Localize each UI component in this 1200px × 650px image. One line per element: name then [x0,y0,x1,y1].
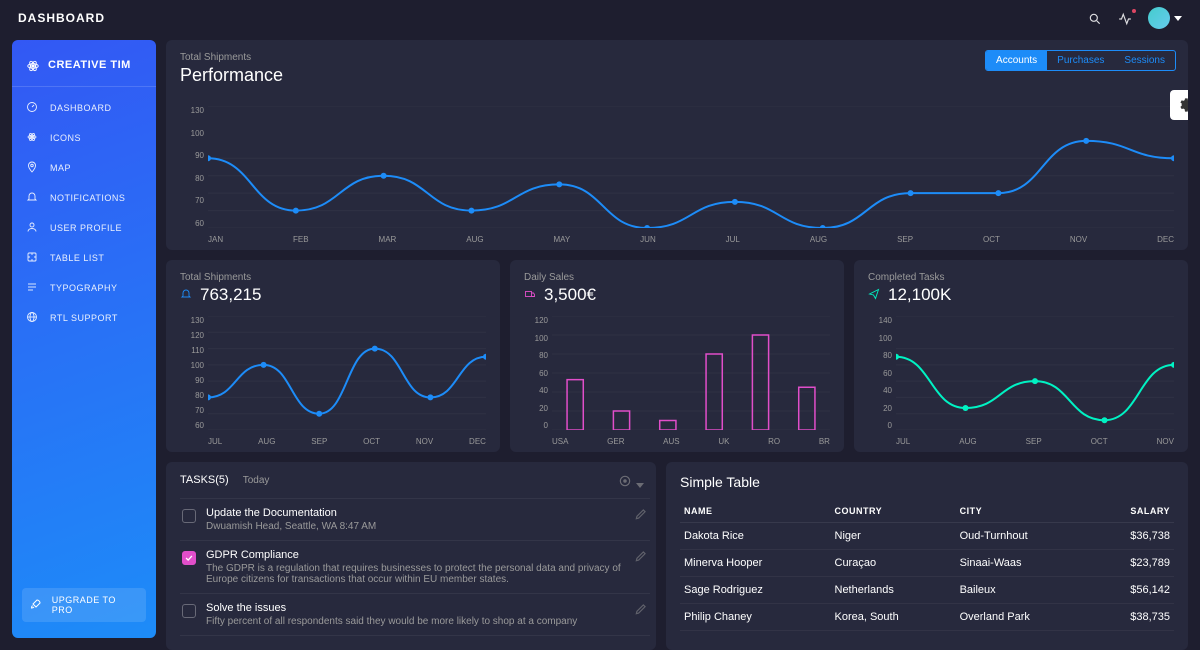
performance-toggle-group: AccountsPurchasesSessions [985,50,1176,71]
edit-icon[interactable] [634,602,648,627]
edit-icon[interactable] [634,507,648,532]
task-row: Solve the issues Fifty percent of all res… [180,594,650,636]
table-header: COUNTRY [831,500,956,523]
sidebar-item-rtl-support[interactable]: RTL SUPPORT [12,303,156,333]
simple-table: NAMECOUNTRYCITYSALARY Dakota RiceNigerOu… [680,500,1174,631]
sidebar-item-label: RTL SUPPORT [50,313,118,323]
sidebar-item-table-list[interactable]: TABLE LIST [12,243,156,273]
table-header: NAME [680,500,831,523]
sidebar-brand[interactable]: CREATIVE TIM [12,50,156,87]
task-checkbox[interactable] [182,604,196,618]
task-sub: Dwuamish Head, Seattle, WA 8:47 AM [206,521,624,532]
sidebar-item-label: ICONS [50,133,81,143]
task-checkbox[interactable] [182,509,196,523]
align-icon [26,281,40,295]
avatar-menu[interactable] [1148,7,1182,29]
table-title: Simple Table [680,474,1174,490]
sidebar-item-icons[interactable]: ICONS [12,123,156,153]
tasks-card: TASKS(5) Today Update the Documentation D… [166,462,656,650]
puzzle-icon [26,251,40,265]
send-icon [868,288,882,302]
toggle-sessions[interactable]: Sessions [1114,51,1175,70]
simple-table-card: Simple Table NAMECOUNTRYCITYSALARY Dakot… [666,462,1188,650]
stat-subtitle: Daily Sales [524,272,830,283]
page-title: DASHBOARD [18,11,105,25]
upgrade-label: UPGRADE TO PRO [52,595,138,615]
delivery-icon [524,288,538,302]
upgrade-button[interactable]: UPGRADE TO PRO [22,588,146,622]
bell-icon [26,191,40,205]
tasks-subheader: Today [243,475,270,486]
atom-icon [26,131,40,145]
performance-card: Total Shipments Performance AccountsPurc… [166,40,1188,250]
settings-fab[interactable] [1170,90,1188,120]
sidebar: CREATIVE TIM DASHBOARD ICONS MAP NOTIFICATI… [12,40,156,638]
activity-icon[interactable] [1118,11,1132,25]
task-checkbox[interactable] [182,551,196,565]
avatar [1148,7,1170,29]
task-sub: Fifty percent of all respondents said th… [206,616,624,627]
sidebar-item-label: NOTIFICATIONS [50,193,125,203]
toggle-accounts[interactable]: Accounts [986,51,1047,70]
task-sub: The GDPR is a regulation that requires b… [206,563,624,585]
bell-icon [180,288,194,302]
task-row: GDPR Compliance The GDPR is a regulation … [180,541,650,594]
sidebar-item-label: TABLE LIST [50,253,104,263]
tasks-header: TASKS(5) [180,474,229,486]
gauge-icon [26,101,40,115]
user-icon [26,221,40,235]
sidebar-item-label: USER PROFILE [50,223,122,233]
sidebar-item-user-profile[interactable]: USER PROFILE [12,213,156,243]
topbar: DASHBOARD [0,0,1200,36]
sidebar-item-label: DASHBOARD [50,103,112,113]
stat-value: 763,215 [180,285,486,305]
task-title: Update the Documentation [206,507,624,519]
edit-icon[interactable] [634,549,648,585]
sidebar-brand-label: CREATIVE TIM [48,59,131,71]
stat-card-0: Total Shipments 763,215 1301201101009080… [166,260,500,452]
atom-icon [26,58,40,72]
sidebar-item-typography[interactable]: TYPOGRAPHY [12,273,156,303]
task-title: GDPR Compliance [206,549,624,561]
stat-value: 12,100K [868,285,1174,305]
toggle-purchases[interactable]: Purchases [1047,51,1114,70]
tasks-menu-button[interactable] [618,474,644,491]
stat-subtitle: Total Shipments [180,272,486,283]
task-row: Update the Documentation Dwuamish Head, S… [180,499,650,541]
task-title: Solve the issues [206,602,624,614]
table-header: CITY [956,500,1092,523]
sidebar-item-notifications[interactable]: NOTIFICATIONS [12,183,156,213]
sidebar-item-label: TYPOGRAPHY [50,283,118,293]
table-row: Dakota RiceNigerOud-Turnhout$36,738 [680,523,1174,550]
task-row: Release v2.0.0 [180,636,650,644]
stat-card-2: Completed Tasks 12,100K 140100806040200 … [854,260,1188,452]
sidebar-item-map[interactable]: MAP [12,153,156,183]
table-row: Minerva HooperCuraçaoSinaai-Waas$23,789 [680,550,1174,577]
pin-icon [26,161,40,175]
table-row: Sage RodriguezNetherlandsBaileux$56,142 [680,577,1174,604]
table-row: Philip ChaneyKorea, SouthOverland Park$3… [680,604,1174,631]
table-header: SALARY [1091,500,1174,523]
sidebar-item-label: MAP [50,163,71,173]
globe-icon [26,311,40,325]
stat-value: 3,500€ [524,285,830,305]
stat-card-1: Daily Sales 3,500€ 120100806040200 USAGE… [510,260,844,452]
rocket-icon [30,598,44,612]
search-icon[interactable] [1088,11,1102,25]
chevron-down-icon [1174,16,1182,21]
stat-subtitle: Completed Tasks [868,272,1174,283]
sidebar-item-dashboard[interactable]: DASHBOARD [12,93,156,123]
